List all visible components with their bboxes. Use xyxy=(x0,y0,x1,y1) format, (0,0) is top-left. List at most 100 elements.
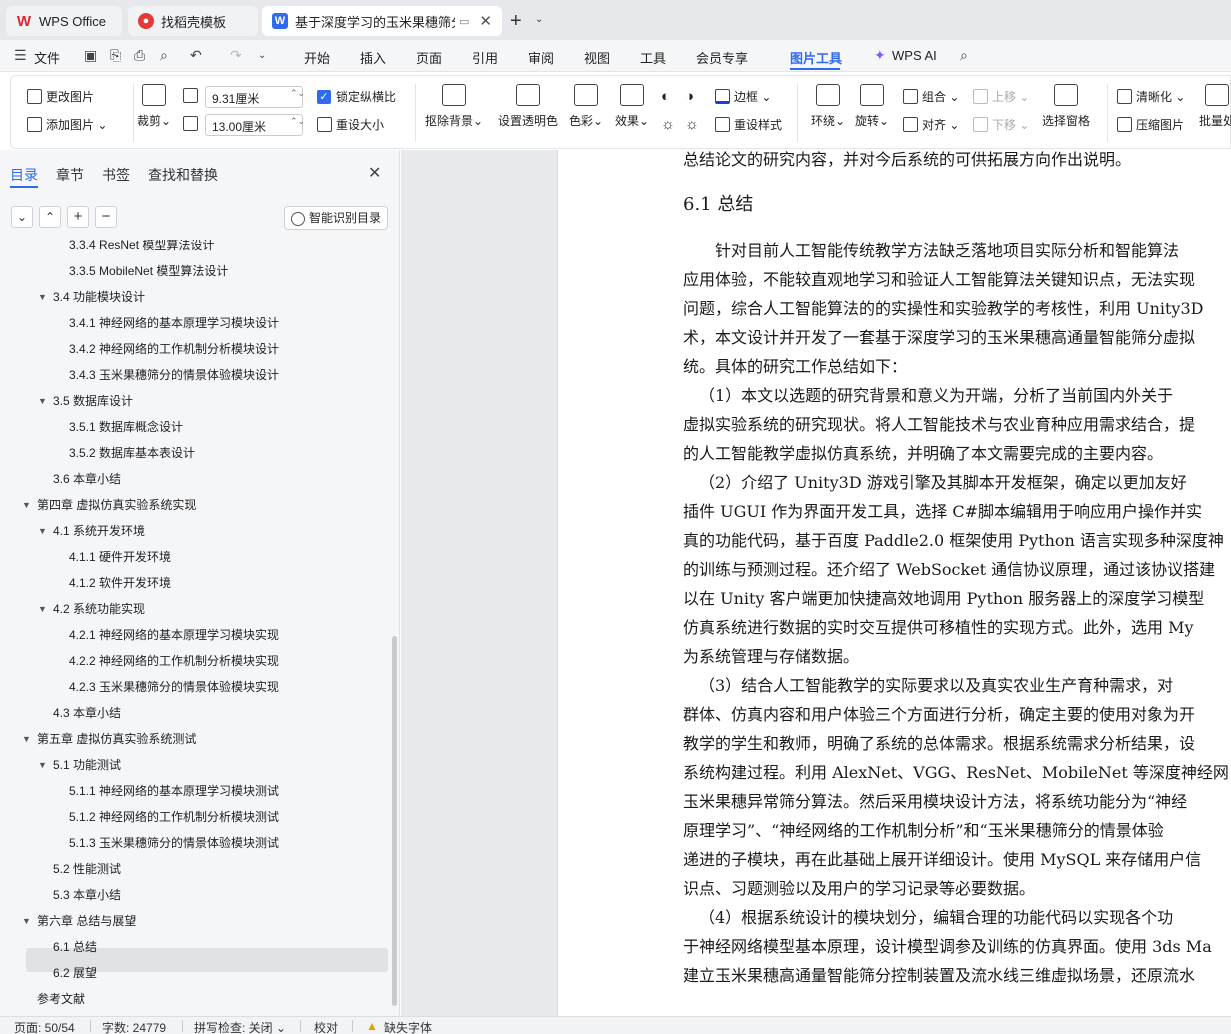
nav-tab-bookmarks[interactable]: 书签 xyxy=(102,165,130,185)
brightness-up-icon[interactable]: ☼ xyxy=(661,116,675,133)
toc-scrollbar[interactable] xyxy=(392,636,397,1006)
word-count[interactable]: 字数: 24779 xyxy=(102,1019,166,1034)
menu-file[interactable]: 文件 xyxy=(34,48,60,67)
print-icon[interactable]: ⎙ xyxy=(134,47,145,64)
chevron-down-icon[interactable]: ▼ xyxy=(22,908,31,934)
toc-item[interactable]: ▼ 第四章 虚拟仿真实验系统实现 xyxy=(22,492,196,518)
add-picture-button[interactable]: 添加图片 ⌄ xyxy=(27,116,107,133)
width-stepper[interactable]: 9.31厘米 xyxy=(205,86,303,108)
toc-item[interactable]: 6.1 总结 xyxy=(53,934,97,960)
menu-review[interactable]: 审阅 xyxy=(528,48,554,67)
chevron-down-icon[interactable]: ▼ xyxy=(38,752,47,778)
resize-button[interactable]: 重设大小 xyxy=(317,116,384,133)
toc-item[interactable]: 4.2.1 神经网络的基本原理学习模块实现 xyxy=(69,622,279,648)
align-button[interactable]: 对齐 ⌄ xyxy=(903,116,959,133)
toc-item[interactable]: 3.6 本章小结 xyxy=(53,466,121,492)
document-page[interactable]: 总结论文的研究内容，并对今后系统的可供拓展方向作出说明。 6.1 总结 针对目前… xyxy=(557,150,1231,1016)
menu-wps-ai[interactable]: WPS AI xyxy=(892,48,937,63)
crop-button[interactable]: 裁剪⌄ xyxy=(123,84,185,129)
expand-down-button[interactable]: ⌄ xyxy=(11,206,33,228)
group-button[interactable]: 组合 ⌄ xyxy=(903,88,959,105)
collapse-up-button[interactable]: ⌃ xyxy=(39,206,61,228)
chevron-down-icon[interactable]: ▼ xyxy=(38,284,47,310)
remove-heading-button[interactable]: − xyxy=(95,206,117,228)
nav-tab-toc[interactable]: 目录 xyxy=(10,165,38,185)
set-transparent-color-button[interactable]: 设置透明色 xyxy=(493,84,563,129)
remove-background-button[interactable]: 抠除背景⌄ xyxy=(423,84,485,129)
toc-item[interactable]: 5.3 本章小结 xyxy=(53,882,121,908)
toc-item[interactable]: 4.1.1 硬件开发环境 xyxy=(69,544,171,570)
chevron-down-icon[interactable]: ▼ xyxy=(22,726,31,752)
menu-page[interactable]: 页面 xyxy=(416,48,442,67)
hamburger-icon[interactable]: ☰ xyxy=(14,47,27,64)
toc-item[interactable]: ▼ 3.4 功能模块设计 xyxy=(38,284,145,310)
send-backward-button[interactable]: 下移 ⌄ xyxy=(973,116,1029,133)
toc-item[interactable]: 4.2.3 玉米果穗筛分的情景体验模块实现 xyxy=(69,674,279,700)
page-indicator[interactable]: 页面: 50/54 xyxy=(14,1019,75,1034)
toc-item[interactable]: 3.4.1 神经网络的基本原理学习模块设计 xyxy=(69,310,279,336)
nav-tab-sections[interactable]: 章节 xyxy=(56,165,84,185)
contrast-down-icon[interactable]: ◑ xyxy=(685,88,694,105)
tab-document[interactable]: W 基于深度学习的玉米果穗筛分 ▭ ✕ xyxy=(262,6,502,36)
change-picture-button[interactable]: 更改图片 xyxy=(27,88,94,105)
bring-forward-button[interactable]: 上移 ⌄ xyxy=(973,88,1029,105)
selection-pane-button[interactable]: 选择窗格 xyxy=(1035,84,1097,129)
save-icon[interactable]: ▣ xyxy=(84,47,97,64)
chevron-down-icon[interactable]: ⌄ xyxy=(535,14,543,25)
add-heading-button[interactable]: + xyxy=(67,206,89,228)
nav-tab-find-replace[interactable]: 查找和替换 xyxy=(148,165,218,185)
smart-toc-button[interactable]: 智能识别目录 xyxy=(284,206,388,230)
close-icon[interactable]: ✕ xyxy=(368,163,381,183)
toc-item[interactable]: ▼ 3.5 数据库设计 xyxy=(38,388,133,414)
export-icon[interactable]: ⎘ xyxy=(110,47,121,64)
menu-view[interactable]: 视图 xyxy=(584,48,610,67)
menu-picture-tools[interactable]: 图片工具 xyxy=(790,48,842,67)
new-tab-icon[interactable]: + xyxy=(510,10,522,33)
toc-item[interactable]: ▼ 4.2 系统功能实现 xyxy=(38,596,145,622)
chevron-down-icon[interactable]: ⌄ xyxy=(258,50,266,61)
menu-tools[interactable]: 工具 xyxy=(640,48,666,67)
border-button[interactable]: 边框 ⌄ xyxy=(715,88,771,105)
toc-item[interactable]: 参考文献 xyxy=(37,986,85,1012)
toc-item[interactable]: 4.2.2 神经网络的工作机制分析模块实现 xyxy=(69,648,279,674)
close-tab-icon[interactable]: ✕ xyxy=(479,12,492,30)
height-stepper[interactable]: 13.00厘米 xyxy=(205,114,303,136)
menu-insert[interactable]: 插入 xyxy=(360,48,386,67)
menu-reference[interactable]: 引用 xyxy=(472,48,498,67)
toc-item[interactable]: 3.3.4 ResNet 模型算法设计 xyxy=(69,240,214,258)
undo-icon[interactable]: ↶ xyxy=(190,47,202,64)
toc-item[interactable]: 3.4.3 玉米果穗筛分的情景体验模块设计 xyxy=(69,362,279,388)
spell-check-toggle[interactable]: 拼写检查: 关闭 ⌄ xyxy=(194,1019,286,1034)
tab-wps-office[interactable]: W WPS Office xyxy=(6,6,122,36)
toc-item[interactable]: ▼ 5.1 功能测试 xyxy=(38,752,121,778)
chevron-down-icon[interactable]: ▼ xyxy=(38,596,47,622)
effect-button[interactable]: 效果⌄ xyxy=(601,84,663,129)
toc-item[interactable]: 4.1.2 软件开发环境 xyxy=(69,570,171,596)
toc-item[interactable]: 5.1.3 玉米果穗筛分的情景体验模块测试 xyxy=(69,830,279,856)
missing-font-indicator[interactable]: 缺失字体 xyxy=(384,1019,432,1034)
toc-item[interactable]: ▼ 4.1 系统开发环境 xyxy=(38,518,145,544)
chevron-down-icon[interactable]: ▼ xyxy=(38,388,47,414)
chevron-down-icon[interactable]: ▼ xyxy=(38,518,47,544)
menu-home[interactable]: 开始 xyxy=(304,48,330,67)
monitor-icon[interactable]: ▭ xyxy=(459,15,469,28)
rotate-button[interactable]: 旋转⌄ xyxy=(841,84,903,129)
tab-daoke-templates[interactable]: ● 找稻壳模板 xyxy=(128,6,258,36)
print-preview-icon[interactable]: ⌕ xyxy=(160,47,168,64)
contrast-up-icon[interactable]: ◐ xyxy=(661,88,670,105)
toc-item[interactable]: 5.1.1 神经网络的基本原理学习模块测试 xyxy=(69,778,279,804)
toc-item[interactable]: 5.1.2 神经网络的工作机制分析模块测试 xyxy=(69,804,279,830)
search-icon[interactable]: ⌕ xyxy=(960,47,968,64)
redo-icon[interactable]: ↷ xyxy=(230,47,242,64)
lock-ratio-checkbox[interactable]: ✓ 锁定纵横比 xyxy=(317,88,396,105)
proofread-button[interactable]: 校对 xyxy=(314,1019,338,1034)
toc-item[interactable]: 4.3 本章小结 xyxy=(53,700,121,726)
brightness-down-icon[interactable]: ☼ xyxy=(685,116,699,133)
toc-item[interactable]: 3.5.1 数据库概念设计 xyxy=(69,414,183,440)
toc-item[interactable]: 6.2 展望 xyxy=(53,960,97,986)
toc-item[interactable]: 3.3.5 MobileNet 模型算法设计 xyxy=(69,258,228,284)
toc-item[interactable]: 3.4.2 神经网络的工作机制分析模块设计 xyxy=(69,336,279,362)
document-area[interactable]: 总结论文的研究内容，并对今后系统的可供拓展方向作出说明。 6.1 总结 针对目前… xyxy=(401,150,1231,1016)
reset-style-button[interactable]: 重设样式 xyxy=(715,116,782,133)
menu-member[interactable]: 会员专享 xyxy=(696,48,748,67)
